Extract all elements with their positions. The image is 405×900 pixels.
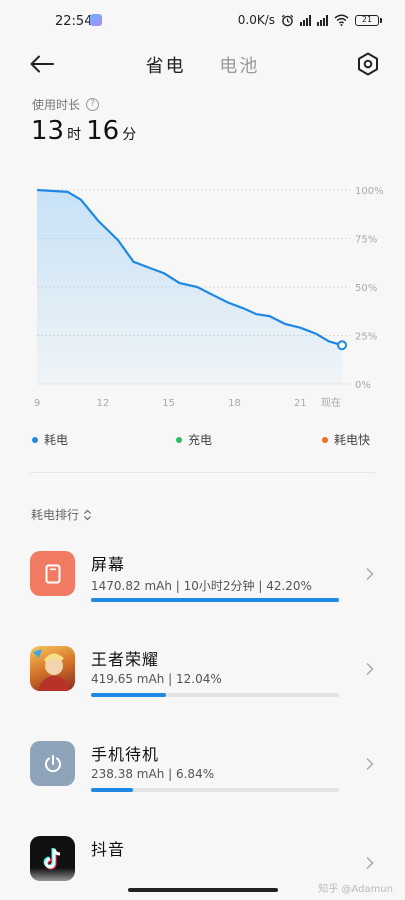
x-tick-label: 15 — [162, 398, 175, 409]
power-icon — [30, 741, 75, 786]
app-row-screen[interactable]: 屏幕 1470.82 mAh | 10小时2分钟 | 42.20% — [0, 551, 405, 631]
x-tick-label: 9 — [34, 398, 40, 409]
usage-bar-fill — [91, 693, 166, 697]
usage-duration-value: 13 时 16 分 — [31, 116, 141, 146]
app-name: 王者荣耀 — [91, 650, 160, 669]
notification-app-icon — [90, 14, 102, 26]
x-tick-label: 12 — [96, 398, 109, 409]
game-app-icon — [30, 646, 75, 691]
usage-hours: 13 — [31, 116, 65, 146]
signal-1-icon — [300, 14, 311, 26]
x-tick-label: 18 — [228, 398, 241, 409]
home-indicator[interactable] — [128, 888, 278, 892]
usage-minutes-unit: 分 — [122, 127, 137, 143]
legend-label-fast-drain: 耗电快 — [334, 433, 371, 447]
app-name: 屏幕 — [91, 555, 126, 574]
chevron-right-icon — [366, 757, 374, 771]
legend-item-drain: 耗电 — [32, 431, 68, 448]
app-name: 抖音 — [91, 840, 126, 859]
tab-battery[interactable]: 电池 — [219, 52, 259, 78]
help-icon[interactable]: ? — [86, 98, 100, 111]
legend-label-charge: 充电 — [188, 433, 213, 447]
legend-item-fast-drain: 耗电快 — [322, 431, 370, 448]
usage-bar-track — [91, 788, 339, 792]
app-row-standby[interactable]: 手机待机 238.38 mAh | 6.84% — [0, 741, 405, 821]
chevron-right-icon — [366, 567, 374, 581]
legend-dot-drain — [32, 436, 38, 443]
sort-updown-icon — [84, 509, 91, 520]
signal-2-icon — [317, 14, 328, 26]
section-divider — [30, 472, 375, 473]
app-stats: 238.38 mAh | 6.84% — [91, 767, 215, 781]
legend-dot-charge — [176, 436, 182, 443]
network-speed: 0.0K/s — [237, 13, 275, 27]
legend-label-drain: 耗电 — [44, 433, 69, 447]
y-tick-label: 75% — [355, 235, 377, 246]
y-tick-label: 50% — [355, 283, 377, 294]
y-tick-label: 0% — [355, 380, 371, 391]
x-tick-label: 21 — [294, 398, 307, 409]
x-tick-label: 现在 — [321, 397, 341, 409]
battery-area-fill — [37, 190, 342, 384]
tab-power-saving[interactable]: 省电 — [146, 52, 186, 78]
usage-bar-fill — [91, 598, 339, 602]
current-level-point — [337, 340, 347, 351]
header-tabs: 省电 电池 — [0, 52, 405, 78]
battery-icon: 21 — [355, 14, 382, 26]
alarm-icon — [281, 14, 294, 26]
usage-bar-track — [91, 693, 339, 697]
battery-level-chart: 100% 75% 50% 25% 0% 9 12 15 18 21 现在 — [34, 186, 384, 409]
usage-minutes: 16 — [86, 116, 120, 146]
usage-bar-track — [91, 598, 339, 602]
battery-usage-screen: 22:54 0.0K/s 21 省电 电池 使用时长 ? 13 时 16 分 1… — [0, 0, 405, 900]
status-time: 22:54 — [55, 14, 93, 29]
usage-duration-label: 使用时长 ? — [32, 96, 100, 113]
gear-icon — [358, 52, 378, 76]
status-right-group: 0.0K/s 21 — [237, 13, 382, 27]
legend-item-charge: 充电 — [176, 431, 212, 448]
y-tick-label: 25% — [355, 332, 377, 343]
usage-hours-unit: 时 — [67, 127, 82, 143]
ranking-sort-toggle[interactable]: 耗电排行 — [31, 506, 92, 523]
usage-label-text: 使用时长 — [32, 98, 81, 112]
settings-button[interactable] — [355, 51, 381, 77]
usage-bar-fill — [91, 788, 134, 792]
screen-icon — [30, 551, 75, 596]
app-stats: 419.65 mAh | 12.04% — [91, 672, 222, 686]
app-row-honor-of-kings[interactable]: 王者荣耀 419.65 mAh | 12.04% — [0, 646, 405, 726]
app-stats: 1470.82 mAh | 10小时2分钟 | 42.20% — [91, 579, 312, 593]
watermark: 知乎 @Adamun — [318, 884, 393, 895]
legend-dot-fast-drain — [322, 436, 328, 443]
status-bar: 22:54 0.0K/s 21 — [0, 0, 405, 44]
y-tick-label: 100% — [355, 186, 384, 197]
chevron-right-icon — [366, 662, 374, 676]
app-name: 手机待机 — [91, 745, 160, 764]
wifi-icon — [334, 14, 349, 26]
ranking-label: 耗电排行 — [31, 508, 80, 522]
